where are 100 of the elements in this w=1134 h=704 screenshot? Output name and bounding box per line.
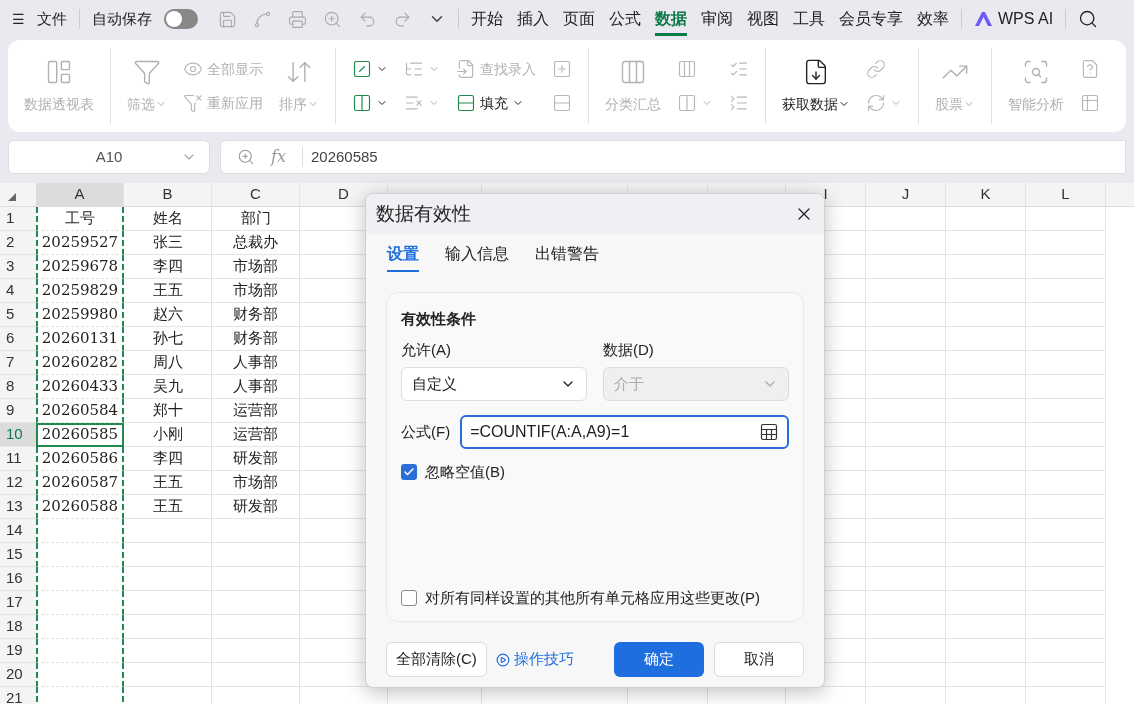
tool-icon bbox=[677, 93, 697, 113]
checkbox-label: 忽略空值(B) bbox=[425, 462, 505, 482]
table-cell: 运营部 bbox=[212, 399, 300, 423]
row-header[interactable]: 18 bbox=[0, 615, 36, 639]
row-header[interactable]: 14 bbox=[0, 519, 36, 543]
menu-tab[interactable]: 会员专享 bbox=[839, 2, 903, 36]
table-cell: 李四 bbox=[124, 255, 212, 279]
tool-icon bbox=[183, 93, 203, 113]
row-header[interactable]: 12 bbox=[0, 471, 36, 495]
row-header[interactable]: 6 bbox=[0, 327, 36, 351]
table-cell: 研发部 bbox=[212, 447, 300, 471]
dialog-tab[interactable]: 输入信息 bbox=[445, 242, 509, 272]
column-header[interactable]: B bbox=[124, 183, 212, 206]
table-cell: 人事部 bbox=[212, 351, 300, 375]
ai-button[interactable]: WPS AI bbox=[974, 7, 1054, 31]
table-cell: 李四 bbox=[124, 447, 212, 471]
table-cell: 财务部 bbox=[212, 303, 300, 327]
menu-tab[interactable]: 页面 bbox=[563, 2, 595, 36]
row-header[interactable]: 21 bbox=[0, 687, 36, 704]
menu-tab[interactable]: 审阅 bbox=[701, 2, 733, 36]
table-cell: 20259829 bbox=[36, 279, 124, 303]
menu-tab[interactable]: 效率 bbox=[917, 2, 949, 36]
table-cell: 20260433 bbox=[36, 375, 124, 399]
table-cell: 赵六 bbox=[124, 303, 212, 327]
table-cell: 部门 bbox=[212, 207, 300, 231]
allow-select[interactable]: 自定义 bbox=[401, 367, 587, 401]
row-header[interactable]: 19 bbox=[0, 639, 36, 663]
row-header[interactable]: 7 bbox=[0, 351, 36, 375]
play-icon bbox=[495, 652, 510, 667]
column-header[interactable]: L bbox=[1026, 183, 1106, 206]
row-header[interactable]: 5 bbox=[0, 303, 36, 327]
autosave-toggle[interactable] bbox=[164, 9, 198, 29]
dialog-tab[interactable]: 设置 bbox=[387, 242, 419, 272]
clear-all-button[interactable]: 全部清除(C) bbox=[386, 642, 487, 677]
ribbon-button[interactable]: 填充 bbox=[452, 88, 540, 118]
ribbon-large-button[interactable]: 获取数据 bbox=[778, 57, 854, 115]
autosave-label: 自动保存 bbox=[92, 8, 152, 29]
table-cell: 小刚 bbox=[124, 423, 212, 447]
table-cell: 20260585 bbox=[36, 423, 124, 447]
row-header[interactable]: 13 bbox=[0, 495, 36, 519]
row-header[interactable]: 15 bbox=[0, 543, 36, 567]
menu-tab[interactable]: 视图 bbox=[747, 2, 779, 36]
row-header[interactable]: 17 bbox=[0, 591, 36, 615]
table-cell: 财务部 bbox=[212, 327, 300, 351]
tool-icon bbox=[552, 93, 572, 113]
print-icon[interactable] bbox=[288, 9, 307, 29]
table-cell: 20259527 bbox=[36, 231, 124, 255]
row-header[interactable]: 3 bbox=[0, 255, 36, 279]
dialog-tab[interactable]: 出错警告 bbox=[535, 242, 599, 272]
row-header[interactable]: 10 bbox=[0, 423, 36, 447]
row-header[interactable]: 1 bbox=[0, 207, 36, 231]
tool-icon bbox=[352, 59, 372, 79]
formula-input[interactable]: 20260585 bbox=[310, 145, 378, 169]
row-header[interactable]: 20 bbox=[0, 663, 36, 687]
row-header[interactable]: 8 bbox=[0, 375, 36, 399]
ai-logo-icon bbox=[974, 11, 994, 27]
preview-icon[interactable] bbox=[323, 9, 342, 29]
row-header[interactable]: 16 bbox=[0, 567, 36, 591]
table-cell: 孙七 bbox=[124, 327, 212, 351]
tool-icon bbox=[866, 59, 886, 79]
column-header[interactable]: J bbox=[866, 183, 946, 206]
save-icon[interactable] bbox=[218, 9, 237, 29]
search-icon[interactable] bbox=[1078, 9, 1099, 29]
table-cell: 总裁办 bbox=[212, 231, 300, 255]
tool-icon bbox=[866, 93, 886, 113]
table-cell: 20260587 bbox=[36, 471, 124, 495]
zoom-icon[interactable] bbox=[237, 148, 255, 166]
checkbox[interactable] bbox=[401, 589, 417, 606]
row-header[interactable]: 4 bbox=[0, 279, 36, 303]
table-cell: 姓名 bbox=[124, 207, 212, 231]
menu-icon[interactable]: ☰ bbox=[12, 8, 25, 30]
table-cell: 市场部 bbox=[212, 255, 300, 279]
checkbox[interactable] bbox=[401, 464, 417, 481]
tool-icon bbox=[456, 59, 476, 79]
menu-tab[interactable]: 插入 bbox=[517, 2, 549, 36]
table-cell: 王五 bbox=[124, 471, 212, 495]
table-cell: 人事部 bbox=[212, 375, 300, 399]
tips-link[interactable]: 操作技巧 bbox=[495, 648, 574, 671]
column-header[interactable]: C bbox=[212, 183, 300, 206]
range-picker-icon[interactable] bbox=[759, 422, 779, 442]
tool-icon bbox=[677, 59, 697, 79]
tool-icon bbox=[352, 93, 372, 113]
tool-icon bbox=[729, 93, 749, 113]
row-header[interactable]: 11 bbox=[0, 447, 36, 471]
table-cell: 工号 bbox=[36, 207, 124, 231]
column-header[interactable]: K bbox=[946, 183, 1026, 206]
table-cell: 郑十 bbox=[124, 399, 212, 423]
field-label: 公式(F) bbox=[401, 421, 451, 442]
cancel-button[interactable]: 取消 bbox=[714, 642, 804, 677]
menu-tab[interactable]: 工具 bbox=[793, 2, 825, 36]
name-box[interactable]: A10 bbox=[8, 140, 210, 174]
row-header[interactable]: 9 bbox=[0, 399, 36, 423]
column-header[interactable]: A bbox=[36, 183, 124, 206]
row-header[interactable]: 2 bbox=[0, 231, 36, 255]
menu-tab[interactable]: 公式 bbox=[609, 2, 641, 36]
file-menu[interactable]: 文件 bbox=[37, 7, 67, 31]
formula-field[interactable]: =COUNTIF(A:A,A9)=1 bbox=[460, 415, 789, 449]
ok-button[interactable]: 确定 bbox=[614, 642, 704, 677]
menu-tab[interactable]: 数据 bbox=[655, 2, 687, 36]
menu-tab[interactable]: 开始 bbox=[471, 2, 503, 36]
